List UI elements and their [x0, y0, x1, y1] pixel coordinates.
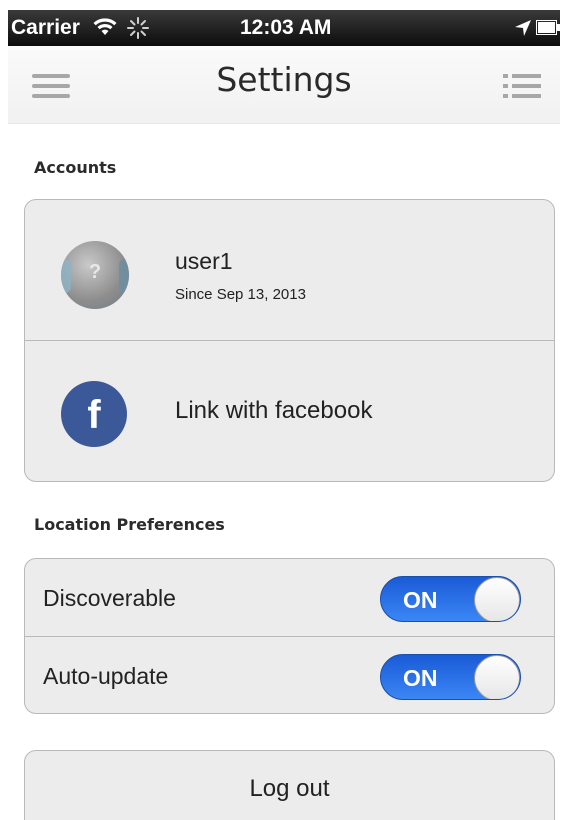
discoverable-toggle[interactable]: ON	[380, 576, 521, 622]
user-name: user1	[175, 248, 233, 274]
user-since: Since Sep 13, 2013	[175, 286, 306, 303]
toggle-on-text: ON	[403, 665, 438, 691]
logout-label: Log out	[249, 775, 330, 802]
discoverable-label: Discoverable	[43, 585, 176, 611]
user-account-row[interactable]: ? user1 Since Sep 13, 2013	[25, 200, 554, 341]
auto-update-toggle[interactable]: ON	[380, 654, 521, 700]
accounts-card: ? user1 Since Sep 13, 2013 f Link with f…	[24, 199, 555, 482]
discoverable-row: Discoverable ON	[25, 559, 554, 637]
auto-update-label: Auto-update	[43, 663, 169, 689]
link-facebook-label: Link with facebook	[175, 397, 373, 424]
carrier-label: Carrier	[11, 16, 80, 39]
auto-update-row: Auto-update ON	[25, 637, 554, 713]
toggle-knob	[474, 655, 520, 699]
accounts-header: Accounts	[34, 158, 117, 177]
spinner-icon	[127, 17, 149, 39]
location-preferences-header: Location Preferences	[34, 515, 225, 534]
facebook-icon: f	[61, 381, 127, 447]
link-facebook-button[interactable]: f Link with facebook	[25, 341, 554, 481]
battery-icon	[536, 20, 560, 35]
avatar: ?	[61, 241, 129, 309]
location-preferences-card: Discoverable ON Auto-update ON	[24, 558, 555, 714]
wifi-icon	[93, 18, 117, 35]
logout-button[interactable]: Log out	[24, 750, 555, 820]
status-bar: Carrier 12:03 AM	[8, 10, 560, 46]
location-arrow-icon	[515, 20, 531, 36]
navigation-bar: Settings	[8, 46, 560, 124]
toggle-knob	[474, 577, 520, 621]
avatar-placeholder-icon: ?	[88, 261, 102, 283]
toggle-on-text: ON	[403, 587, 438, 613]
page-title: Settings	[216, 60, 352, 99]
status-time: 12:03 AM	[240, 16, 332, 39]
list-icon[interactable]	[503, 74, 541, 102]
